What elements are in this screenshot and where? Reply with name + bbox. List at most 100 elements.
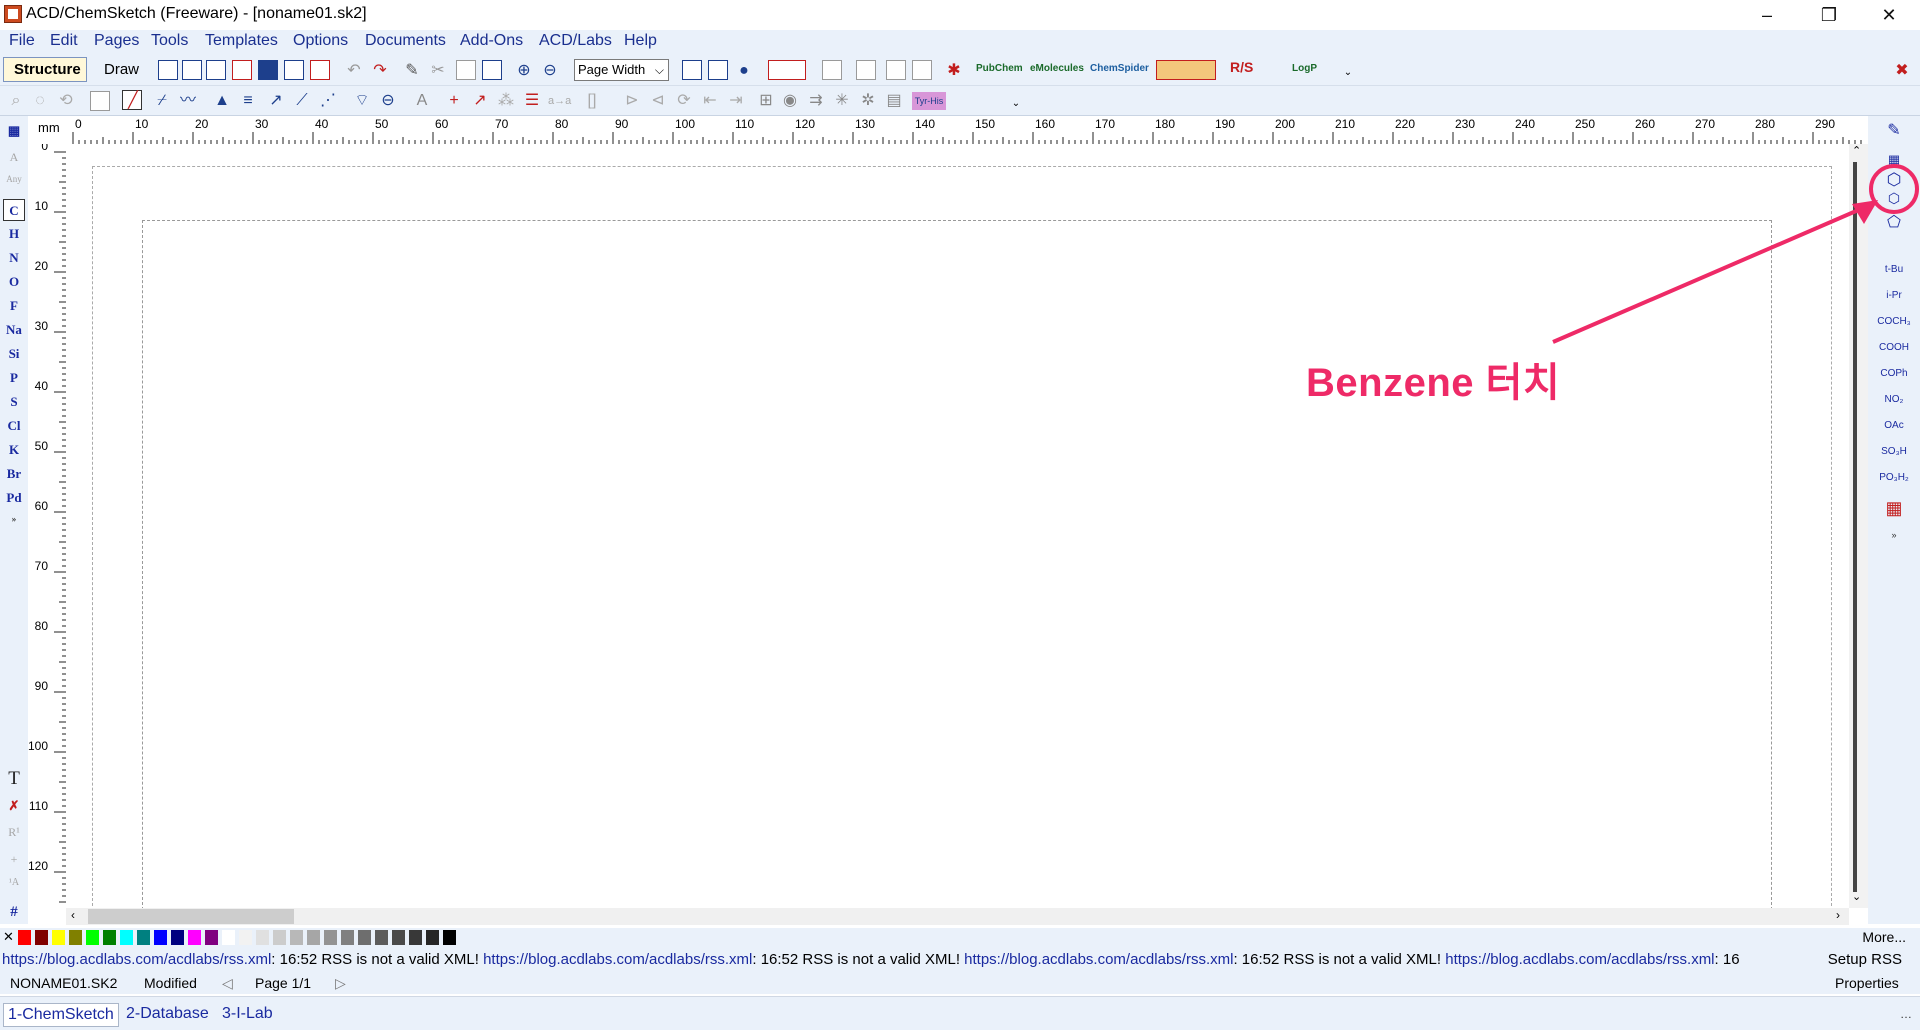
elem-n[interactable]: N	[3, 247, 25, 269]
color-swatch[interactable]	[409, 930, 422, 945]
color-swatch[interactable]	[154, 930, 167, 945]
more-colors-button[interactable]: More...	[1862, 929, 1906, 945]
color-swatch[interactable]	[239, 930, 252, 945]
prev-page-icon[interactable]: ◁	[222, 975, 233, 992]
color-swatch[interactable]	[443, 930, 456, 945]
iupac-icon[interactable]	[886, 60, 906, 80]
elem-s[interactable]: S	[3, 391, 25, 413]
color-swatch[interactable]	[341, 930, 354, 945]
color-swatch[interactable]	[256, 930, 269, 945]
scroll-down-icon[interactable]: ⌄	[1852, 890, 1861, 903]
align-right-icon[interactable]: ⇥	[726, 91, 746, 111]
radical-icon[interactable]: ⁂	[496, 91, 516, 111]
settings-bond-icon[interactable]: ✲	[858, 91, 878, 111]
menu-options[interactable]: Options	[293, 32, 348, 50]
template-window-icon[interactable]: ✎	[1868, 120, 1920, 140]
right-palette-more-icon[interactable]: »	[1868, 530, 1920, 540]
minimize-button[interactable]: –	[1738, 0, 1796, 30]
redo-icon[interactable]: ↷	[370, 61, 390, 81]
element-more-icon[interactable]: »	[3, 508, 25, 530]
cleanup-icon[interactable]: ⇉	[806, 91, 826, 111]
peptide-builder-button[interactable]: Tyr-His	[912, 92, 946, 110]
rss-link[interactable]: https://blog.acdlabs.com/acdlabs/rss.xml	[483, 951, 752, 968]
show-3d-icon[interactable]	[682, 60, 702, 80]
color-swatch[interactable]	[205, 930, 218, 945]
toolbar2-overflow-icon[interactable]: ⌄	[1006, 94, 1026, 114]
menu-edit[interactable]: Edit	[50, 32, 78, 50]
logp-button[interactable]: LogP	[1292, 63, 1317, 74]
menu-tools[interactable]: Tools	[151, 32, 188, 50]
draw-bond-icon[interactable]: ╱	[122, 90, 142, 110]
group-so3h[interactable]: SO₃H	[1868, 446, 1920, 457]
color-swatch[interactable]	[69, 930, 82, 945]
cut-icon[interactable]: ✂	[428, 61, 448, 81]
group-coch3[interactable]: COCH₃	[1868, 316, 1920, 327]
eraser-icon[interactable]: ✎	[402, 61, 422, 81]
pubchem-button[interactable]: PubChem	[976, 63, 1023, 74]
menu-pages[interactable]: Pages	[94, 32, 139, 50]
elem-o[interactable]: O	[3, 271, 25, 293]
elem-si[interactable]: Si	[3, 343, 25, 365]
rss-link[interactable]: https://blog.acdlabs.com/acdlabs/rss.xml	[1445, 951, 1714, 968]
text-tool-icon[interactable]: T	[3, 768, 25, 790]
brackets-icon[interactable]: []	[582, 91, 602, 111]
fragments-icon[interactable]	[1156, 60, 1216, 80]
group-coph[interactable]: COPh	[1868, 368, 1920, 379]
delete-tool-icon[interactable]: ✗	[3, 795, 25, 817]
color-swatch[interactable]	[171, 930, 184, 945]
next-page-icon[interactable]: ▷	[335, 975, 346, 992]
zoom-select[interactable]: Page Width	[574, 59, 669, 81]
check-structure-icon[interactable]: ✱	[944, 61, 964, 81]
menu-help[interactable]: Help	[624, 32, 657, 50]
color-swatch[interactable]	[358, 930, 371, 945]
zoom-in-icon[interactable]: ⊕	[514, 61, 534, 81]
wedge-bond-icon[interactable]: ▲	[212, 91, 232, 111]
color-swatch[interactable]	[426, 930, 439, 945]
print-icon[interactable]	[284, 60, 304, 80]
group-oac[interactable]: OAc	[1868, 420, 1920, 431]
elem-h[interactable]: H	[3, 223, 25, 245]
more-templates-icon[interactable]: ▦	[1868, 498, 1920, 519]
mirror-icon[interactable]: ⊲	[648, 91, 668, 111]
rs-button[interactable]: R/S	[1230, 59, 1253, 75]
no-color-icon[interactable]: ✕	[3, 929, 14, 945]
new-document-icon[interactable]	[158, 60, 178, 80]
numbering-icon[interactable]: #	[3, 901, 25, 923]
copy-icon[interactable]	[456, 60, 476, 80]
group-t-bu[interactable]: t-Bu	[1868, 264, 1920, 275]
pdf-icon[interactable]	[310, 60, 330, 80]
restore-button[interactable]: ❐	[1800, 0, 1858, 30]
color-swatch[interactable]	[273, 930, 286, 945]
structure-mode-tab[interactable]: Structure	[3, 57, 87, 82]
clean-icon[interactable]: ◉	[780, 91, 800, 111]
properties-button[interactable]: Properties	[1835, 975, 1899, 991]
wifi-bond-icon[interactable]: ⌔	[352, 91, 372, 111]
menu-file[interactable]: File	[9, 32, 35, 50]
draw-mode-tab[interactable]: Draw	[94, 57, 144, 82]
color-swatch[interactable]	[86, 930, 99, 945]
rect-select-icon[interactable]	[90, 91, 110, 111]
group-cooh[interactable]: COOH	[1868, 342, 1920, 353]
color-swatch[interactable]	[324, 930, 337, 945]
ring-templates-icon[interactable]: ▦	[1868, 152, 1920, 168]
drawing-canvas[interactable]	[66, 144, 1849, 920]
horizontal-scroll-thumb[interactable]	[88, 909, 294, 924]
color-swatch[interactable]	[35, 930, 48, 945]
structure-props-icon[interactable]	[708, 60, 728, 80]
toolbar-overflow-icon[interactable]: ⌄	[1338, 63, 1358, 83]
elem-k[interactable]: K	[3, 439, 25, 461]
elem-p[interactable]: P	[3, 367, 25, 389]
name-icon[interactable]	[856, 60, 876, 80]
vertical-scroll-thumb[interactable]	[1853, 162, 1857, 892]
template-window-icon[interactable]: ▤	[884, 91, 904, 111]
menu-templates[interactable]: Templates	[205, 32, 278, 50]
rss-link[interactable]: https://blog.acdlabs.com/acdlabs/rss.xml	[964, 951, 1233, 968]
tab-i-lab[interactable]: 3-I-Lab	[218, 1003, 277, 1025]
new-page-icon[interactable]	[182, 60, 202, 80]
color-swatch[interactable]	[375, 930, 388, 945]
rotate-select-icon[interactable]: ⟲	[56, 91, 76, 111]
group-po3h2[interactable]: PO₃H₂	[1868, 472, 1920, 483]
periodic-table-icon[interactable]: ▦	[3, 120, 25, 142]
draw-continuous-icon[interactable]: 〰	[178, 91, 198, 111]
r-group-icon[interactable]: R¹	[3, 821, 25, 843]
